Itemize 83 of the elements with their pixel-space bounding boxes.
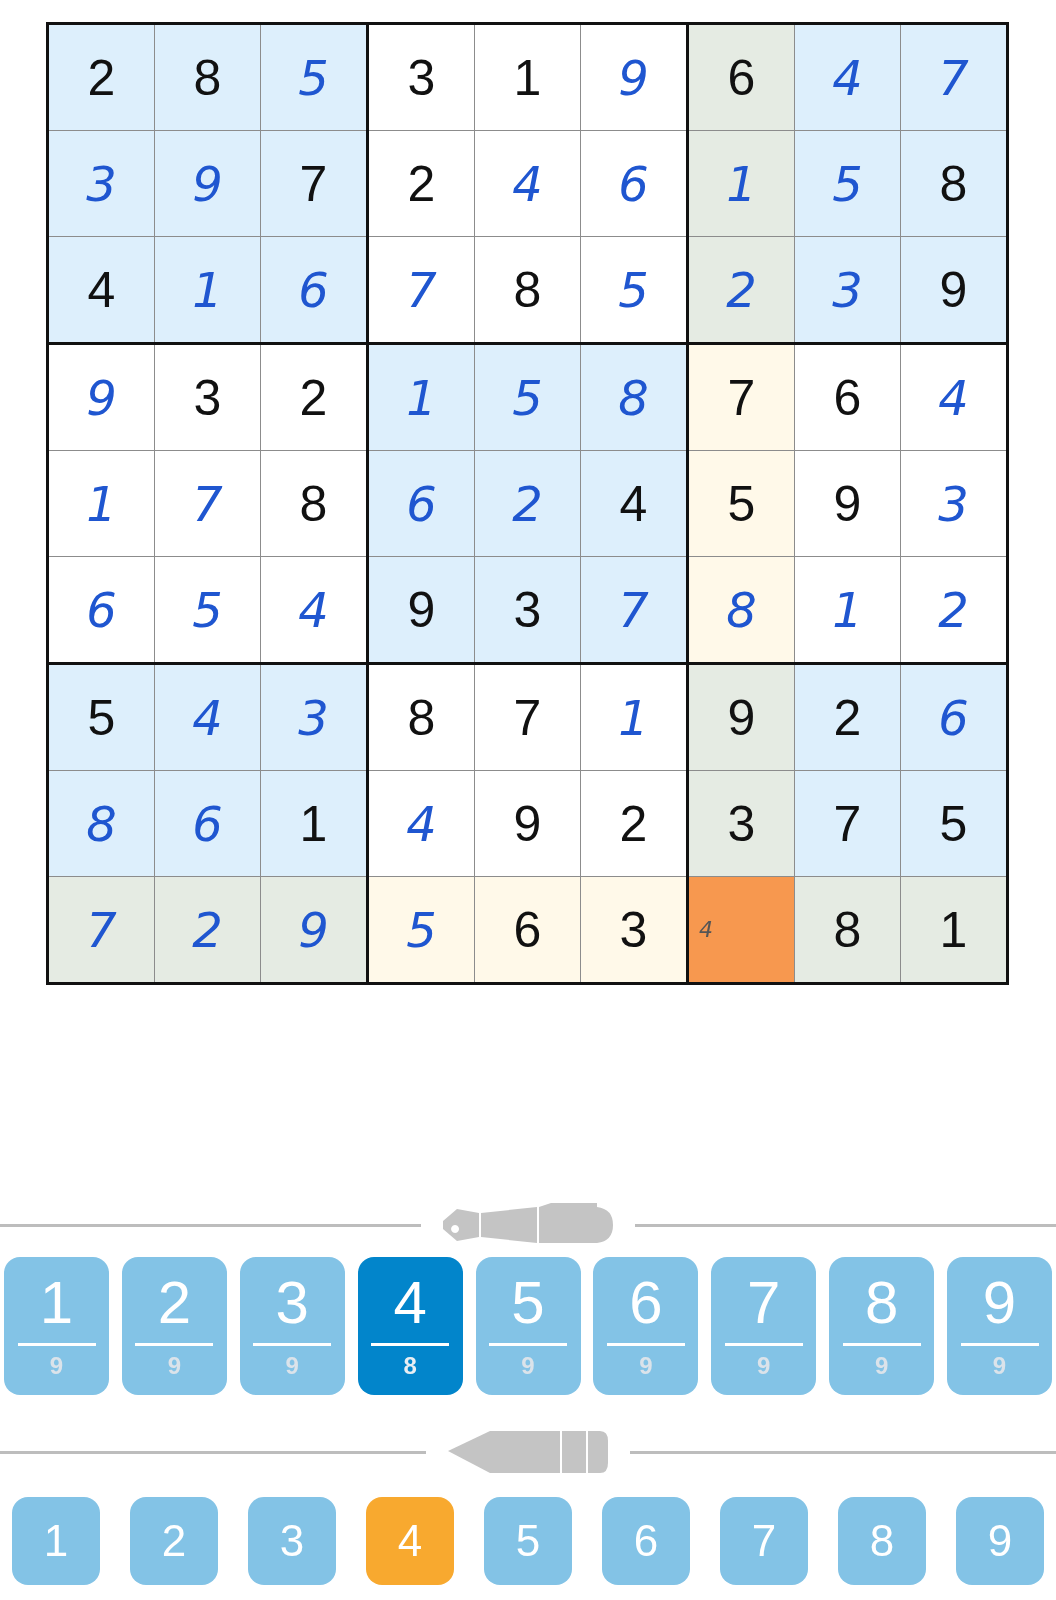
sudoku-cell[interactable]: 9 [795,451,900,556]
sudoku-cell[interactable]: 3 [369,25,474,130]
sudoku-cell[interactable]: 6 [689,25,794,130]
sudoku-cell[interactable]: 4 [901,345,1006,450]
sudoku-cell[interactable]: 3 [155,345,260,450]
sudoku-cell[interactable]: 5 [475,345,580,450]
sudoku-cell[interactable]: 3 [901,451,1006,556]
sudoku-cell[interactable]: 2 [901,557,1006,662]
sudoku-cell[interactable]: 3 [475,557,580,662]
sudoku-cell[interactable]: 3 [795,237,900,342]
sudoku-cell[interactable]: 8 [49,771,154,876]
sudoku-cell[interactable]: 7 [795,771,900,876]
pen-digit-button[interactable]: 4 8 [357,1257,463,1395]
sudoku-cell[interactable]: 9 [689,665,794,770]
sudoku-cell[interactable]: 2 [261,345,366,450]
sudoku-cell[interactable]: 6 [261,237,366,342]
sudoku-cell[interactable]: 4 [689,877,794,982]
sudoku-cell[interactable]: 8 [581,345,686,450]
sudoku-cell[interactable]: 7 [49,877,154,982]
sudoku-cell[interactable]: 4 [49,237,154,342]
pencil-icon [446,1429,610,1475]
sudoku-cell[interactable]: 2 [795,665,900,770]
sudoku-cell[interactable]: 4 [155,665,260,770]
sudoku-cell[interactable]: 8 [475,237,580,342]
sudoku-cell[interactable]: 5 [581,237,686,342]
sudoku-cell[interactable]: 4 [369,771,474,876]
sudoku-cell[interactable]: 5 [155,557,260,662]
sudoku-cell[interactable]: 3 [689,771,794,876]
sudoku-cell[interactable]: 2 [155,877,260,982]
sudoku-cell[interactable]: 9 [901,237,1006,342]
sudoku-cell[interactable]: 7 [689,345,794,450]
sudoku-cell[interactable]: 3 [581,877,686,982]
sudoku-cell[interactable]: 8 [901,131,1006,236]
sudoku-cell[interactable]: 4 [475,131,580,236]
sudoku-cell[interactable]: 6 [475,877,580,982]
sudoku-cell[interactable]: 4 [261,557,366,662]
sudoku-cell[interactable]: 1 [261,771,366,876]
sudoku-cell[interactable]: 1 [475,25,580,130]
sudoku-cell[interactable]: 6 [49,557,154,662]
sudoku-cell[interactable]: 8 [795,877,900,982]
sudoku-cell[interactable]: 2 [369,131,474,236]
sudoku-cell[interactable]: 7 [901,25,1006,130]
sudoku-cell[interactable]: 1 [795,557,900,662]
sudoku-cell[interactable]: 5 [261,25,366,130]
sudoku-cell[interactable]: 1 [155,237,260,342]
sudoku-cell[interactable]: 9 [261,877,366,982]
sudoku-cell[interactable]: 2 [49,25,154,130]
sudoku-cell[interactable]: 7 [155,451,260,556]
sudoku-cell[interactable]: 7 [369,237,474,342]
sudoku-cell[interactable]: 1 [369,345,474,450]
sudoku-cell[interactable]: 1 [901,877,1006,982]
sudoku-cell[interactable]: 3 [49,131,154,236]
sudoku-cell[interactable]: 5 [795,131,900,236]
sudoku-cell[interactable]: 7 [261,131,366,236]
sudoku-cell[interactable]: 8 [689,557,794,662]
sudoku-cell[interactable]: 6 [155,771,260,876]
sudoku-cell[interactable]: 6 [581,131,686,236]
sudoku-cell[interactable]: 2 [475,451,580,556]
sudoku-cell[interactable]: 1 [581,665,686,770]
sudoku-cell[interactable]: 9 [49,345,154,450]
sudoku-cell[interactable]: 5 [901,771,1006,876]
sudoku-cell[interactable]: 2 [689,237,794,342]
sudoku-cell[interactable]: 8 [369,665,474,770]
sudoku-cell[interactable]: 3 [261,665,366,770]
sudoku-cell[interactable]: 4 [581,451,686,556]
sudoku-cell[interactable]: 9 [475,771,580,876]
sudoku-cell[interactable]: 7 [475,665,580,770]
sudoku-cell[interactable]: 6 [795,345,900,450]
sudoku-cell[interactable]: 4 [795,25,900,130]
sudoku-cell[interactable]: 9 [369,557,474,662]
sudoku-cell[interactable]: 7 [581,557,686,662]
sudoku-cell[interactable]: 5 [369,877,474,982]
sudoku-cell[interactable]: 1 [689,131,794,236]
sudoku-cell[interactable]: 6 [369,451,474,556]
sudoku-cell[interactable]: 2 [581,771,686,876]
sudoku-cell[interactable]: 9 [155,131,260,236]
sudoku-cell[interactable]: 5 [49,665,154,770]
sudoku-cell[interactable]: 5 [689,451,794,556]
sudoku-cell[interactable]: 8 [155,25,260,130]
sudoku-cell[interactable]: 8 [261,451,366,556]
sudoku-cell[interactable]: 6 [901,665,1006,770]
sudoku-cell[interactable]: 9 [581,25,686,130]
sudoku-cell[interactable]: 1 [49,451,154,556]
